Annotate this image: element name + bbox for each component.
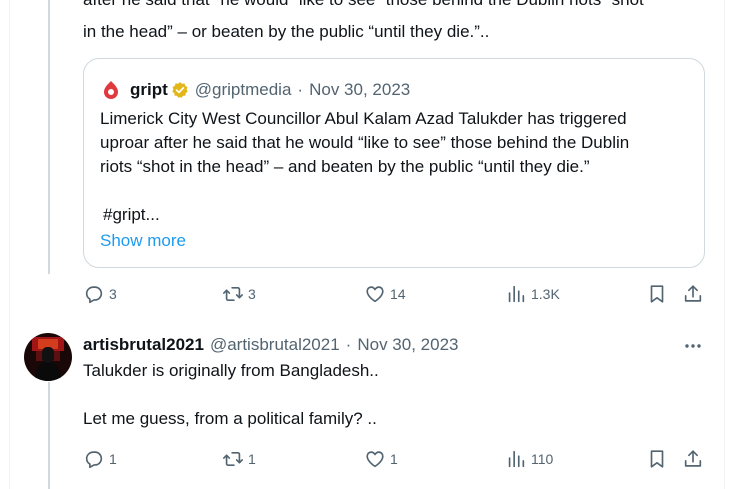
like-button[interactable]: 1 <box>364 448 398 470</box>
quote-tweet-card[interactable]: gript @griptmedia · Nov 30, 2023 Limeric… <box>83 58 705 268</box>
views-button[interactable]: 1.3K <box>505 283 560 305</box>
more-dots-icon[interactable] <box>683 336 703 356</box>
heart-icon <box>366 451 384 468</box>
quote-header: gript @griptmedia · Nov 30, 2023 <box>100 79 410 101</box>
quote-text-line: uproar after he said that he would “like… <box>100 133 630 152</box>
tweet-text: in the head” – or beaten by the public “… <box>83 22 490 41</box>
repost-icon <box>223 286 243 302</box>
reply-author-handle[interactable]: @artisbrutal2021 <box>210 335 340 355</box>
views-count: 110 <box>531 451 554 467</box>
quote-text-line: Limerick City West Councillor Abul Kalam… <box>100 109 627 128</box>
views-icon <box>508 450 525 468</box>
quote-body: Limerick City West Councillor Abul Kalam… <box>100 107 629 179</box>
repost-icon <box>223 451 243 467</box>
left-frame <box>0 0 10 489</box>
share-button[interactable] <box>682 448 704 470</box>
reply-count: 3 <box>109 286 117 302</box>
quote-hashtag: #gript... <box>103 205 160 224</box>
dot-separator: · <box>345 335 352 354</box>
bookmark-icon <box>650 450 664 468</box>
reply-icon <box>85 286 103 304</box>
repost-button[interactable]: 1 <box>222 448 256 470</box>
quote-date[interactable]: Nov 30, 2023 <box>309 80 410 100</box>
reply-author-name[interactable]: artisbrutal2021 <box>83 335 204 355</box>
reply-text-line: Let me guess, from a political family? .… <box>83 409 377 428</box>
like-button[interactable]: 14 <box>364 283 406 305</box>
reply-button[interactable]: 1 <box>83 448 117 470</box>
tweet-text-partial: after he said that "he would “like to se… <box>83 0 644 12</box>
heart-icon <box>366 286 384 303</box>
bookmark-icon <box>650 285 664 303</box>
thread-line <box>48 382 50 489</box>
repost-count: 1 <box>248 451 256 467</box>
share-button[interactable] <box>682 283 704 305</box>
like-count: 1 <box>390 451 398 467</box>
right-frame <box>724 0 739 489</box>
quote-text-line: riots “shot in the head” – and beaten by… <box>100 157 590 176</box>
reply-button[interactable]: 3 <box>83 283 117 305</box>
share-icon <box>684 285 702 302</box>
bookmark-button[interactable] <box>646 448 668 470</box>
reply-icon <box>85 451 103 469</box>
gript-logo-icon <box>104 81 118 99</box>
reply-header: artisbrutal2021 @artisbrutal2021 · Nov 3… <box>83 334 458 356</box>
reply-text-line: Talukder is originally from Bangladesh.. <box>83 361 379 380</box>
like-count: 14 <box>390 286 406 302</box>
views-icon <box>508 285 525 303</box>
repost-count: 3 <box>248 286 256 302</box>
views-button[interactable]: 110 <box>505 448 553 470</box>
share-icon <box>684 450 702 467</box>
dot-separator: · <box>297 80 304 99</box>
quote-author-name[interactable]: gript <box>130 80 168 100</box>
repost-button[interactable]: 3 <box>222 283 256 305</box>
bookmark-button[interactable] <box>646 283 668 305</box>
reply-date[interactable]: Nov 30, 2023 <box>357 335 458 355</box>
avatar-image <box>24 333 72 381</box>
verified-badge-icon <box>172 82 188 98</box>
views-count: 1.3K <box>531 286 560 302</box>
show-more-link[interactable]: Show more <box>100 229 186 253</box>
thread-line <box>48 0 50 274</box>
reply-count: 1 <box>109 451 117 467</box>
quote-author-handle[interactable]: @griptmedia <box>195 80 292 100</box>
avatar[interactable] <box>24 333 72 381</box>
